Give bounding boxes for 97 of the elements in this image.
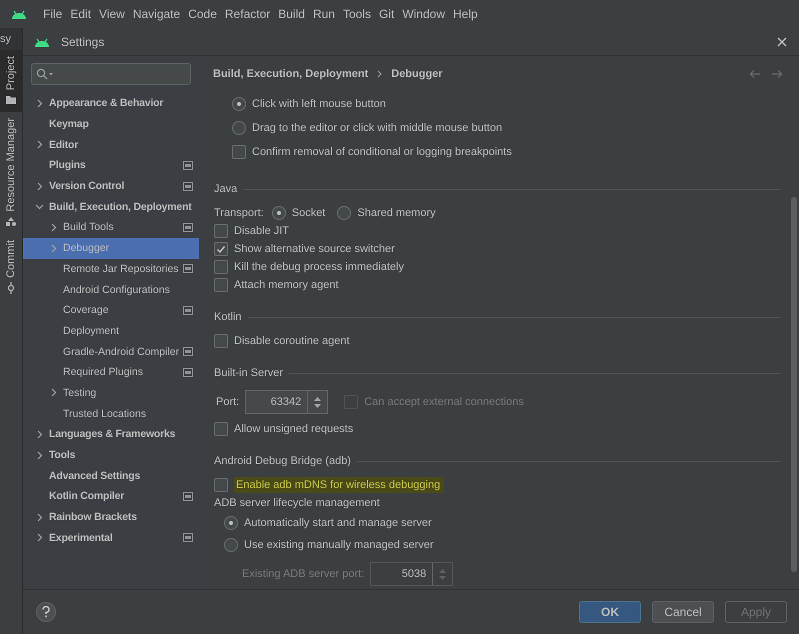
option-label: Attach memory agent — [234, 279, 339, 291]
radio-button[interactable] — [272, 206, 286, 220]
breadcrumb-item: Build, Execution, Deployment — [213, 68, 368, 80]
radio-button[interactable] — [224, 516, 238, 530]
option-label: Drag to the editor or click with middle mouse button — [252, 122, 502, 134]
spinner-arrows-icon — [313, 396, 322, 408]
option-label: Confirm removal of conditional or logging breakpoints — [252, 146, 512, 158]
tree-item[interactable]: Required Plugins — [23, 362, 199, 383]
menu-item[interactable]: Tools — [340, 7, 374, 21]
tree-item[interactable]: Rainbow Brackets — [23, 506, 199, 528]
option-label: Click with left mouse button — [252, 98, 386, 110]
option-label: Disable JIT — [234, 225, 290, 237]
group-label: ADB server lifecycle management — [214, 497, 380, 509]
tree-item[interactable]: Keymap — [23, 114, 199, 134]
tree-item[interactable]: Trusted Locations — [23, 403, 199, 424]
side-tab[interactable]: Commit — [0, 234, 22, 300]
tree-item[interactable]: Advanced Settings — [23, 465, 199, 486]
field-label: Existing ADB server port: — [242, 568, 364, 580]
tree-item[interactable]: Gradle-Android Compiler — [23, 341, 199, 362]
option-label: Can accept external connections — [364, 396, 524, 408]
checkbox[interactable] — [214, 334, 228, 348]
close-button[interactable] — [775, 34, 789, 48]
radio-button[interactable] — [232, 97, 246, 111]
section-title: Android Debug Bridge (adb) — [214, 455, 351, 467]
option-label: Automatically start and manage server — [244, 517, 432, 529]
menu-item[interactable]: Navigate — [130, 7, 184, 21]
help-button[interactable] — [36, 602, 56, 622]
separator-icon — [376, 70, 384, 78]
radio-button[interactable] — [232, 121, 246, 135]
checkbox[interactable] — [214, 260, 228, 274]
close-icon — [777, 36, 787, 46]
menu-item[interactable]: File — [40, 7, 66, 21]
section-title: Java — [214, 183, 238, 195]
menu-item[interactable]: Edit — [67, 7, 94, 21]
checkbox[interactable] — [214, 478, 228, 492]
option-label: Show alternative source switcher — [234, 243, 395, 255]
tree-item[interactable]: Deployment — [23, 320, 199, 342]
tree-item[interactable]: Version Control — [23, 176, 199, 196]
option-label: Enable adb mDNS for wireless debugging — [234, 477, 444, 493]
option-label: Kill the debug process immediately — [234, 261, 404, 273]
field-label: Port: — [216, 396, 240, 408]
tree-item[interactable]: Build, Execution, Deployment — [23, 196, 199, 218]
checkbox[interactable] — [232, 145, 246, 159]
menu-item[interactable]: Window — [399, 7, 448, 21]
section-title: Kotlin — [214, 311, 242, 323]
question-mark-icon — [42, 606, 50, 618]
checkbox[interactable] — [214, 242, 228, 256]
side-tab[interactable]: Project — [0, 50, 22, 112]
android-logo-icon — [10, 8, 28, 20]
tree-item[interactable]: Android Configurations — [23, 279, 199, 300]
radio-button[interactable] — [337, 206, 352, 220]
number-field[interactable]: 63342 — [245, 390, 328, 414]
tree-item[interactable]: Coverage — [23, 300, 199, 321]
tree-item[interactable]: Build Tools — [23, 217, 199, 238]
menu-item[interactable]: View — [96, 7, 128, 21]
option-label: Use existing manually managed server — [244, 539, 434, 551]
tree-item[interactable]: Remote Jar Repositories — [23, 258, 199, 280]
option-label: Disable coroutine agent — [234, 335, 350, 347]
checkbox[interactable] — [214, 422, 228, 436]
section-title: Built-in Server — [214, 367, 284, 379]
checkbox[interactable] — [214, 224, 228, 238]
tree-item[interactable]: Plugins — [23, 155, 199, 176]
breadcrumb-item: Debugger — [391, 68, 443, 80]
tree-item[interactable]: Experimental — [23, 527, 199, 548]
commit-icon — [5, 282, 17, 294]
field-label: Transport: — [214, 207, 264, 219]
back-arrow-icon — [749, 69, 761, 79]
tree-item[interactable]: Appearance & Behavior — [23, 93, 199, 114]
tree-item[interactable]: Editor — [23, 134, 199, 156]
search-icon — [36, 68, 54, 80]
menu-item[interactable]: Git — [376, 7, 398, 21]
tree-item[interactable]: Tools — [23, 444, 199, 466]
forward-arrow-icon — [771, 69, 783, 79]
spinner-arrows-icon — [438, 568, 448, 580]
menu-item[interactable]: Build — [275, 7, 308, 21]
menu-item[interactable]: Run — [310, 7, 338, 21]
search-field[interactable] — [31, 63, 191, 85]
side-tab[interactable]: Resource Manager — [0, 112, 22, 234]
tree-item[interactable]: Languages & Frameworks — [23, 424, 199, 445]
menu-item[interactable]: Help — [450, 7, 481, 21]
dialog-button[interactable]: Cancel — [652, 601, 714, 623]
radio-button[interactable] — [224, 538, 238, 552]
scrollbar-thumb[interactable] — [791, 197, 797, 572]
menu-item[interactable]: Refactor — [222, 7, 274, 21]
folder-icon — [5, 94, 17, 106]
option-label: Allow unsigned requests — [234, 423, 354, 435]
menu-item[interactable]: Code — [185, 7, 220, 21]
tree-item[interactable]: Testing — [23, 382, 199, 404]
checkbox[interactable] — [214, 278, 228, 292]
option-label: Shared memory — [357, 207, 436, 219]
shapes-icon — [5, 216, 17, 228]
dialog-button[interactable]: OK — [579, 601, 641, 623]
window-title: Settings — [61, 34, 104, 48]
project-name: sy — [0, 28, 22, 50]
tree-item[interactable]: Kotlin Compiler — [23, 486, 199, 507]
checkmark-icon — [216, 244, 226, 254]
option-label: Socket — [292, 207, 326, 219]
